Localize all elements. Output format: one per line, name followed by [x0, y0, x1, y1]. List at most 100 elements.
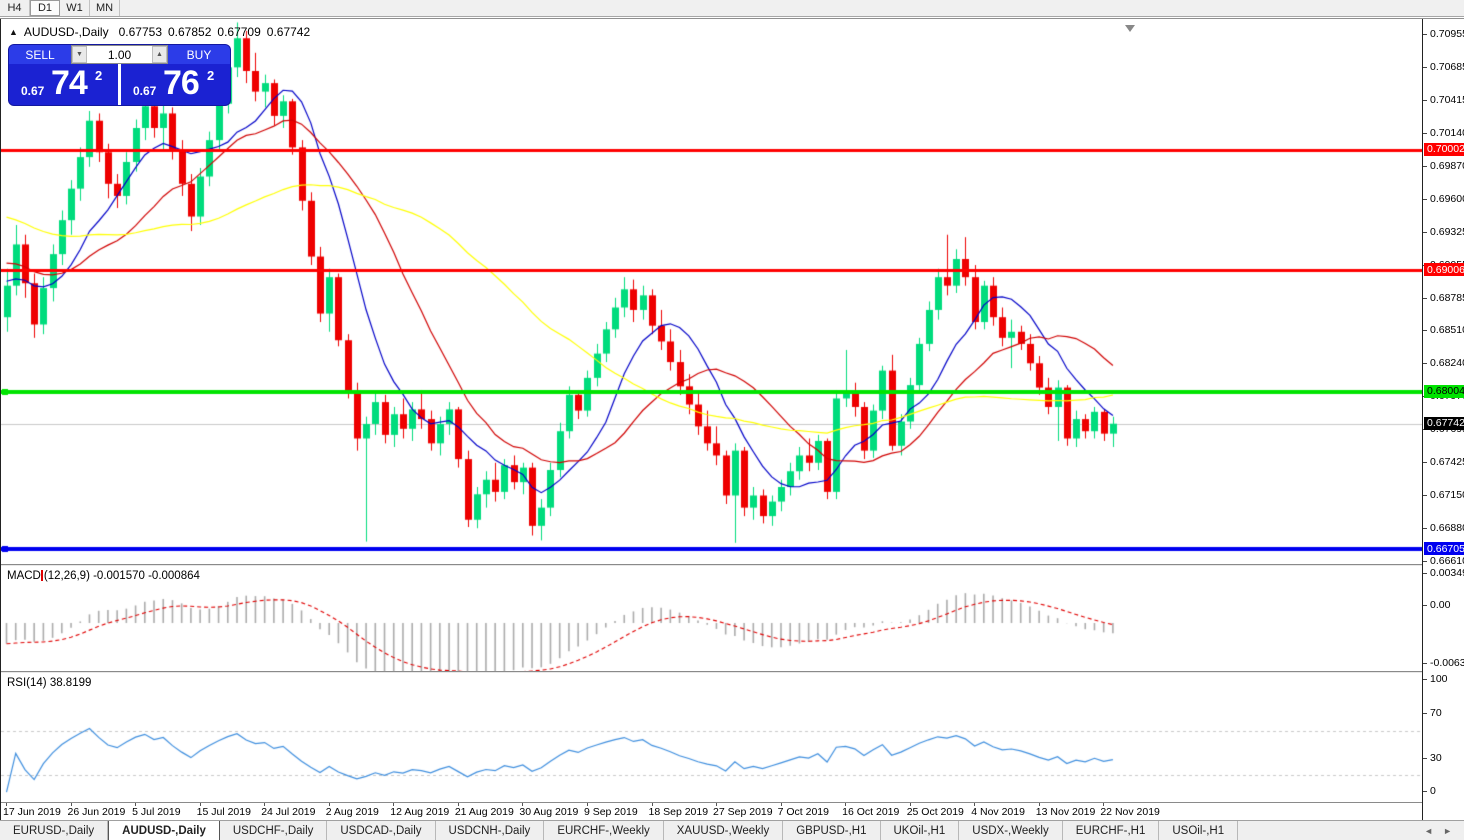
- quote-close: 0.67742: [267, 25, 310, 39]
- time-tick-label: 4 Nov 2019: [971, 806, 1025, 818]
- sell-price-small: 0.67: [21, 84, 44, 98]
- time-tick-label: 27 Sep 2019: [713, 806, 773, 818]
- price-tick-label: 0.70415: [1430, 94, 1464, 106]
- price-scale[interactable]: 0.70955 0.70685 0.70415 0.70140 0.69870 0.696…: [1422, 19, 1464, 820]
- sell-price[interactable]: 0.67 74 2: [9, 64, 118, 105]
- price-tick: [1423, 232, 1427, 233]
- rsi-panel-canvas[interactable]: [1, 674, 1423, 802]
- tab-usdx-weekly[interactable]: USDX-,Weekly: [959, 821, 1062, 840]
- buy-price-big: 76: [163, 64, 199, 103]
- time-tick-label: 7 Oct 2019: [778, 806, 829, 818]
- time-tick-label: 24 Jul 2019: [261, 806, 315, 818]
- one-click-trade-panel: SELL ▼ 1.00 ▲ BUY 0.67 74 2 0.67 76: [9, 45, 230, 105]
- macd-tick: [1423, 573, 1427, 574]
- panel-separator[interactable]: [1, 671, 1423, 673]
- panel-separator[interactable]: [1, 564, 1423, 566]
- sell-price-big: 74: [51, 64, 87, 103]
- rsi-scale-label: 100: [1430, 673, 1448, 685]
- tab-usoil-h1[interactable]: USOil-,H1: [1159, 821, 1238, 840]
- buy-price-small: 0.67: [133, 84, 156, 98]
- chart-plot-column: 17 Jun 201926 Jun 20195 Jul 201915 Jul 2…: [0, 19, 1422, 820]
- tab-xauusd-weekly[interactable]: XAUUSD-,Weekly: [664, 821, 783, 840]
- tab-usdcad-daily[interactable]: USDCAD-,Daily: [327, 821, 435, 840]
- macd-panel-canvas[interactable]: [1, 567, 1423, 671]
- time-tick-label: 2 Aug 2019: [326, 806, 379, 818]
- volume-decrease-button[interactable]: ▼: [72, 46, 87, 63]
- rsi-tick: [1423, 679, 1427, 680]
- time-axis[interactable]: 17 Jun 201926 Jun 20195 Jul 201915 Jul 2…: [1, 803, 1423, 820]
- chart-shift-marker-icon[interactable]: [1125, 25, 1135, 32]
- price-tick-label: 0.67150: [1430, 489, 1464, 501]
- price-tick-label: 0.66880: [1430, 522, 1464, 534]
- price-tick: [1423, 561, 1427, 562]
- price-tick: [1423, 100, 1427, 101]
- price-tick-label: 0.69870: [1430, 160, 1464, 172]
- time-tick-label: 9 Sep 2019: [584, 806, 638, 818]
- rsi-indicator-label: RSI(14) 38.8199: [7, 677, 91, 689]
- tab-gbpusd-h1[interactable]: GBPUSD-,H1: [783, 821, 880, 840]
- symbol-tab-bar: EURUSD-,DailyAUDUSD-,DailyUSDCHF-,DailyU…: [0, 820, 1464, 840]
- macd-tick: [1423, 663, 1427, 664]
- rsi-scale-label: 30: [1430, 752, 1442, 764]
- tab-eurchf-h1[interactable]: EURCHF-,H1: [1063, 821, 1160, 840]
- symbol-label: AUDUSD-,Daily: [24, 25, 109, 39]
- price-tick-label: 0.69600: [1430, 193, 1464, 205]
- price-tick-label: 0.70140: [1430, 127, 1464, 139]
- rsi-tick: [1423, 713, 1427, 714]
- time-tick-label: 22 Nov 2019: [1100, 806, 1160, 818]
- macd-tick: [1423, 605, 1427, 606]
- volume-input[interactable]: 1.00: [87, 46, 152, 63]
- price-level-badge: 0.68004: [1424, 385, 1464, 398]
- tab-nav: ◄►: [1424, 821, 1464, 840]
- price-level-badge: 0.66705: [1424, 542, 1464, 555]
- timeframe-button-mn[interactable]: MN: [90, 0, 120, 16]
- price-tick: [1423, 133, 1427, 134]
- tab-scroll-left-icon[interactable]: ◄: [1424, 826, 1433, 836]
- quote-open: 0.67753: [119, 25, 162, 39]
- time-tick-label: 18 Sep 2019: [649, 806, 709, 818]
- rsi-scale-label: 0: [1430, 785, 1436, 797]
- price-tick: [1423, 495, 1427, 496]
- time-tick-label: 13 Nov 2019: [1036, 806, 1096, 818]
- collapse-arrow-icon[interactable]: ▲: [9, 27, 18, 37]
- buy-button[interactable]: BUY: [168, 45, 230, 64]
- rsi-scale-label: 70: [1430, 707, 1442, 719]
- macd-values: (12,26,9) -0.001570 -0.000864: [44, 570, 200, 582]
- tab-eurchf-weekly[interactable]: EURCHF-,Weekly: [544, 821, 663, 840]
- price-tick: [1423, 67, 1427, 68]
- timeframe-button-d1[interactable]: D1: [30, 0, 60, 16]
- price-tick-label: 0.66610: [1430, 555, 1464, 567]
- rsi-tick: [1423, 758, 1427, 759]
- price-tick: [1423, 330, 1427, 331]
- time-tick-label: 5 Jul 2019: [132, 806, 180, 818]
- sell-button[interactable]: SELL: [9, 45, 71, 64]
- buy-price[interactable]: 0.67 76 2: [121, 64, 230, 105]
- price-tick: [1423, 199, 1427, 200]
- tab-usdcnh-daily[interactable]: USDCNH-,Daily: [436, 821, 545, 840]
- price-tick: [1423, 298, 1427, 299]
- macd-scale-label: -0.00637: [1430, 657, 1464, 669]
- quote-low: 0.67709: [217, 25, 260, 39]
- time-tick-label: 12 Aug 2019: [390, 806, 449, 818]
- chart-window: 17 Jun 201926 Jun 20195 Jul 201915 Jul 2…: [0, 18, 1464, 819]
- timeframe-button-w1[interactable]: W1: [60, 0, 90, 16]
- price-level-badge: 0.69006: [1424, 263, 1464, 276]
- tab-scroll-right-icon[interactable]: ►: [1443, 826, 1452, 836]
- tab-eurusd-daily[interactable]: EURUSD-,Daily: [0, 821, 108, 840]
- price-tick-label: 0.68510: [1430, 324, 1464, 336]
- price-tick: [1423, 462, 1427, 463]
- volume-increase-button[interactable]: ▲: [152, 46, 167, 63]
- timeframe-button-h4[interactable]: H4: [0, 0, 30, 16]
- tab-usdchf-daily[interactable]: USDCHF-,Daily: [220, 821, 328, 840]
- tab-ukoil-h1[interactable]: UKOil-,H1: [881, 821, 960, 840]
- macd-scale-label: 0.00: [1430, 599, 1450, 611]
- time-tick-label: 26 Jun 2019: [68, 806, 126, 818]
- price-tick-label: 0.67425: [1430, 456, 1464, 468]
- price-tick-label: 0.70955: [1430, 28, 1464, 40]
- tab-audusd-daily[interactable]: AUDUSD-,Daily: [108, 821, 220, 840]
- price-tick: [1423, 34, 1427, 35]
- text-cursor: [41, 570, 43, 581]
- price-tick-label: 0.69325: [1430, 226, 1464, 238]
- price-tick-label: 0.70685: [1430, 61, 1464, 73]
- time-tick-label: 30 Aug 2019: [519, 806, 578, 818]
